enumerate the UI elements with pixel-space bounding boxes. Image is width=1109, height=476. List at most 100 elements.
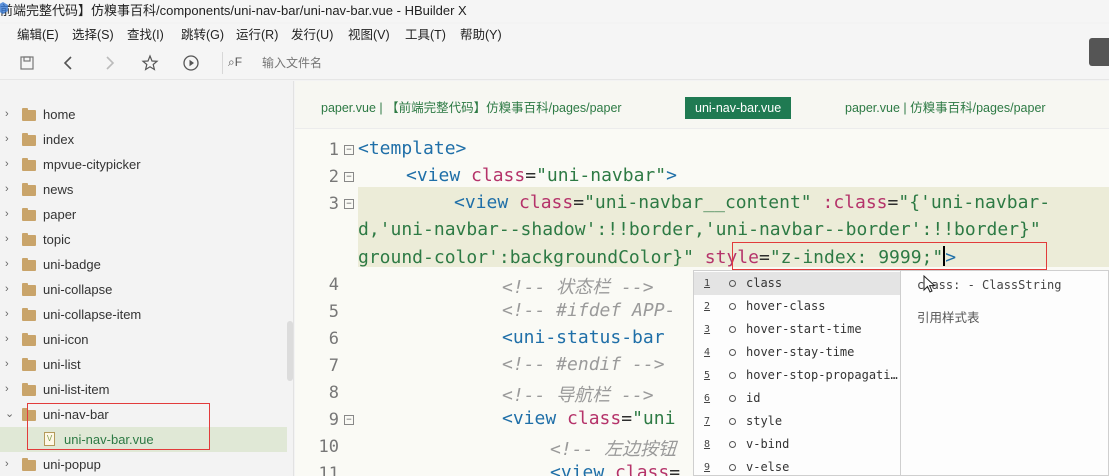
menu-run[interactable]: 运行(R): [236, 24, 278, 46]
tree-item-home[interactable]: › home: [0, 102, 287, 127]
line-number: 9: [328, 410, 339, 430]
item-label: v-else: [746, 460, 790, 474]
menu-tools[interactable]: 工具(T): [405, 24, 446, 46]
autocomplete-item[interactable]: 5 hover-stop-propagati…: [694, 364, 900, 387]
code-token: "uni: [632, 408, 676, 429]
line-number: 11: [318, 464, 339, 476]
fold-toggle-icon[interactable]: −: [344, 145, 354, 155]
fold-toggle-icon[interactable]: −: [344, 199, 354, 209]
code-token: class: [471, 165, 526, 186]
code-token: <view: [502, 408, 568, 429]
tree-item-news[interactable]: › news: [0, 177, 287, 202]
chevron-right-icon[interactable]: ›: [5, 127, 15, 152]
code-line-2: <view class="uni-navbar">: [406, 165, 677, 186]
property-icon: [729, 349, 736, 356]
menu-find[interactable]: 查找(I): [127, 24, 164, 46]
autocomplete-item[interactable]: 2 hover-class: [694, 295, 900, 318]
tab-uni-nav-bar-vue[interactable]: uni-nav-bar.vue: [685, 97, 792, 119]
save-icon[interactable]: [18, 54, 36, 72]
autocomplete-item[interactable]: 3 hover-start-time: [694, 318, 900, 341]
chevron-right-icon[interactable]: ›: [5, 227, 15, 252]
title-bar: 前端完整代码】仿糗事百科/components/uni-nav-bar/uni-…: [0, 0, 1109, 22]
chevron-right-icon[interactable]: ›: [5, 252, 15, 277]
code-token: :class: [822, 192, 888, 213]
autocomplete-item[interactable]: 9 v-else: [694, 456, 900, 476]
line-number: 7: [328, 356, 339, 376]
chevron-right-icon[interactable]: ›: [5, 327, 15, 352]
autocomplete-item[interactable]: 8 v-bind: [694, 433, 900, 456]
item-number: 5: [704, 370, 711, 381]
chevron-right-icon[interactable]: ›: [5, 377, 15, 402]
tree-item-mpvue-citypicker[interactable]: › mpvue-citypicker: [0, 152, 287, 177]
tree-item-uni-list-item[interactable]: › uni-list-item: [0, 377, 287, 402]
tab-paper-vue-full[interactable]: paper.vue | 【前端完整代码】仿糗事百科/pages/paper: [321, 97, 622, 119]
code-token: <view: [550, 462, 616, 476]
property-icon: [729, 280, 736, 287]
chevron-right-icon[interactable]: ›: [5, 352, 15, 377]
chevron-right-icon[interactable]: ›: [5, 152, 15, 177]
menu-edit[interactable]: 编辑(E): [17, 24, 59, 46]
folder-icon: [22, 208, 36, 221]
tree-item-uni-icon[interactable]: › uni-icon: [0, 327, 287, 352]
tree-item-label: mpvue-citypicker: [43, 157, 141, 172]
autocomplete-item[interactable]: 6 id: [694, 387, 900, 410]
item-number: 8: [704, 439, 711, 450]
code-token: class: [615, 462, 670, 476]
property-icon: [729, 441, 736, 448]
folder-icon: [22, 458, 36, 471]
item-number: 2: [704, 301, 711, 312]
side-panel-handle[interactable]: [1089, 38, 1109, 66]
code-line-3a: <view class="uni-navbar__content" :class…: [454, 192, 1051, 213]
forward-icon[interactable]: [100, 54, 118, 72]
tree-item-uni-badge[interactable]: › uni-badge: [0, 252, 287, 277]
chevron-right-icon[interactable]: ›: [5, 302, 15, 327]
tree-item-uni-collapse[interactable]: › uni-collapse: [0, 277, 287, 302]
star-icon[interactable]: [141, 54, 159, 72]
tree-item-uni-collapse-item[interactable]: › uni-collapse-item: [0, 302, 287, 327]
code-token: <!-- #endif -->: [502, 354, 665, 375]
chevron-right-icon[interactable]: ›: [5, 277, 15, 302]
item-label: v-bind: [746, 437, 790, 451]
sidebar-scrollbar[interactable]: [287, 321, 293, 381]
code-token: "uni-navbar__content": [584, 192, 812, 213]
search-label: F: [234, 55, 243, 69]
file-search-input[interactable]: [262, 54, 662, 72]
menu-select[interactable]: 选择(S): [72, 24, 114, 46]
tree-item-paper[interactable]: › paper: [0, 202, 287, 227]
autocomplete-item[interactable]: 1 class: [694, 272, 900, 295]
tree-item-uni-popup[interactable]: › uni-popup: [0, 452, 287, 476]
item-number: 1: [704, 278, 711, 289]
menu-publish[interactable]: 发行(U): [291, 24, 333, 46]
chevron-right-icon[interactable]: ›: [5, 177, 15, 202]
chevron-right-icon[interactable]: ›: [5, 102, 15, 127]
tree-item-label: index: [43, 132, 75, 147]
tree-item-index[interactable]: › index: [0, 127, 287, 152]
autocomplete-detail: class: - ClassString 引用样式表: [901, 270, 1109, 476]
tree-item-label: uni-list: [43, 357, 81, 372]
fold-toggle-icon[interactable]: −: [344, 415, 354, 425]
menu-goto[interactable]: 跳转(G): [181, 24, 224, 46]
tree-item-uni-list[interactable]: › uni-list: [0, 352, 287, 377]
chevron-right-icon[interactable]: ›: [5, 202, 15, 227]
tree-item-topic[interactable]: › topic: [0, 227, 287, 252]
run-icon[interactable]: [182, 54, 200, 72]
chevron-right-icon[interactable]: ›: [5, 452, 15, 476]
code-line-8: <!-- 导航栏 -->: [502, 381, 654, 407]
tree-item-label: paper: [43, 207, 77, 222]
menu-help[interactable]: 帮助(Y): [460, 24, 502, 46]
item-label: hover-stop-propagati…: [746, 368, 898, 382]
item-label: class: [746, 276, 783, 290]
item-label: hover-class: [746, 299, 826, 313]
folder-icon: [22, 133, 36, 146]
chevron-down-icon[interactable]: ⌄: [5, 402, 15, 427]
item-label: style: [746, 414, 783, 428]
tab-paper-vue[interactable]: paper.vue | 仿糗事百科/pages/paper: [845, 97, 1046, 119]
menu-view[interactable]: 视图(V): [348, 24, 390, 46]
back-icon[interactable]: [60, 54, 78, 72]
code-token: <!-- #ifdef APP-: [502, 300, 676, 321]
folder-icon: [22, 283, 36, 296]
autocomplete-item[interactable]: 7 style: [694, 410, 900, 433]
fold-toggle-icon[interactable]: −: [344, 172, 354, 182]
autocomplete-item[interactable]: 4 hover-stay-time: [694, 341, 900, 364]
line-number: 6: [328, 329, 339, 349]
